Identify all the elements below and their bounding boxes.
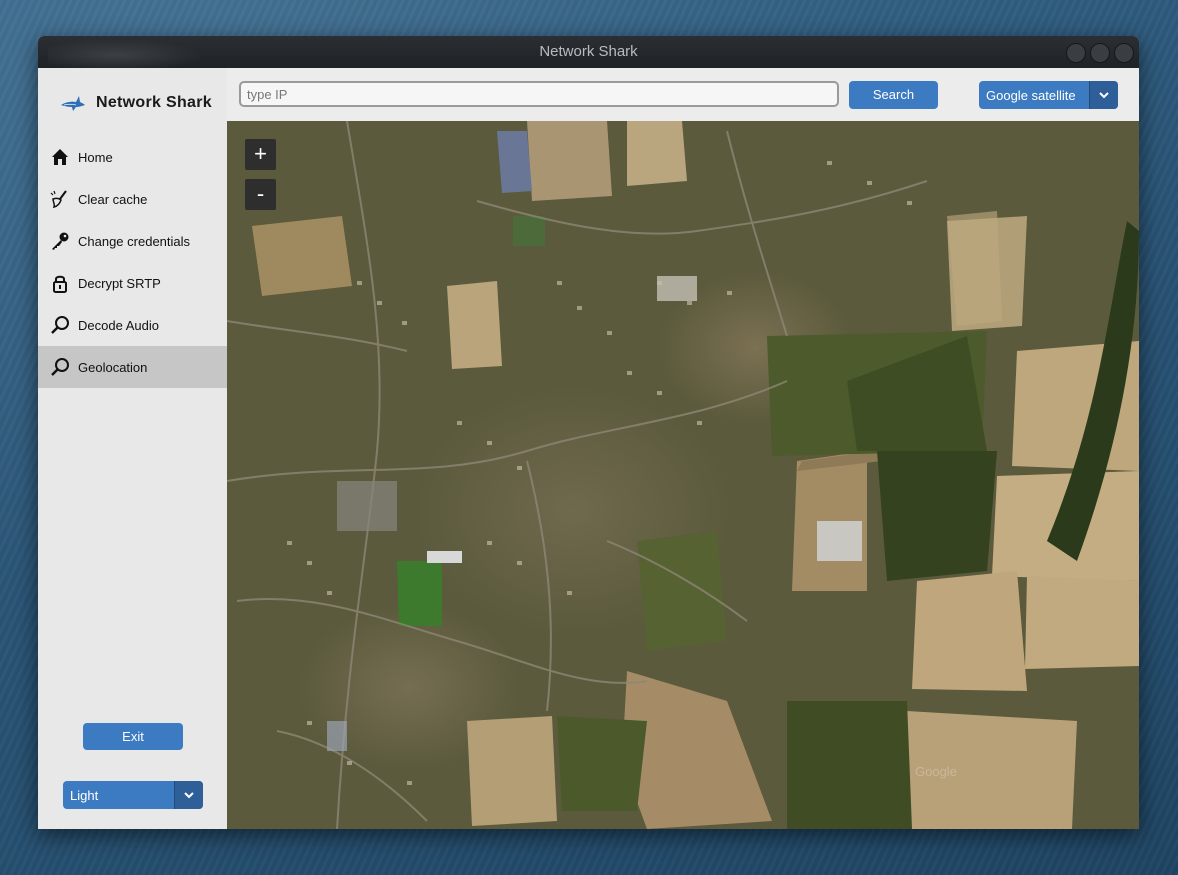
- sidebar-item-label: Home: [78, 149, 113, 165]
- sidebar-item-change-credentials[interactable]: Change credentials: [38, 220, 227, 262]
- satellite-map[interactable]: + - Google: [227, 121, 1139, 829]
- shark-logo-icon: [61, 96, 85, 111]
- top-toolbar: Search Google satellite: [227, 68, 1139, 121]
- brand-title: Network Shark: [96, 94, 212, 111]
- map-type-select-value: Google satellite: [986, 88, 1076, 103]
- title-bar[interactable]: Network Shark: [38, 36, 1139, 68]
- sidebar-item-decode-audio[interactable]: Decode Audio: [38, 304, 227, 346]
- home-icon: [49, 146, 71, 168]
- theme-select-value: Light: [70, 788, 99, 803]
- sidebar-item-home[interactable]: Home: [38, 136, 227, 178]
- sidebar-item-decrypt-srtp[interactable]: Decrypt SRTP: [38, 262, 227, 304]
- exit-button[interactable]: Exit: [83, 723, 183, 750]
- app-window: Network Shark Network Shark Home Clear c…: [38, 36, 1139, 829]
- maximize-button[interactable]: [1090, 43, 1110, 63]
- close-button[interactable]: [1114, 43, 1134, 63]
- theme-select[interactable]: Light: [63, 781, 203, 809]
- window-title: Network Shark: [539, 43, 638, 60]
- sidebar-item-label: Geolocation: [78, 359, 148, 375]
- lock-icon: [49, 272, 71, 294]
- chevron-down-icon: [174, 781, 203, 809]
- dragon-logo-icon: [48, 36, 218, 68]
- sidebar-item-label: Change credentials: [78, 233, 191, 249]
- map-watermark: Google: [915, 764, 957, 779]
- magnifier-icon: [49, 314, 71, 336]
- sidebar: Network Shark Home Clear cache Change cr…: [38, 68, 227, 829]
- search-button[interactable]: Search: [849, 81, 938, 109]
- sidebar-item-label: Clear cache: [78, 191, 148, 207]
- broom-icon: [49, 188, 71, 210]
- key-icon: [49, 230, 71, 252]
- zoom-out-button[interactable]: -: [245, 179, 276, 210]
- brand: Network Shark: [60, 90, 212, 116]
- magnifier-icon: [49, 356, 71, 378]
- sidebar-item-label: Decode Audio: [78, 317, 159, 333]
- sidebar-item-clear-cache[interactable]: Clear cache: [38, 178, 227, 220]
- map-type-select[interactable]: Google satellite: [979, 81, 1118, 109]
- zoom-in-button[interactable]: +: [245, 139, 276, 170]
- ip-search-input[interactable]: [239, 81, 839, 107]
- satellite-imagery: [227, 121, 1139, 829]
- minimize-button[interactable]: [1066, 43, 1086, 63]
- sidebar-item-label: Decrypt SRTP: [78, 275, 161, 291]
- sidebar-item-geolocation[interactable]: Geolocation: [38, 346, 227, 388]
- chevron-down-icon: [1089, 81, 1118, 109]
